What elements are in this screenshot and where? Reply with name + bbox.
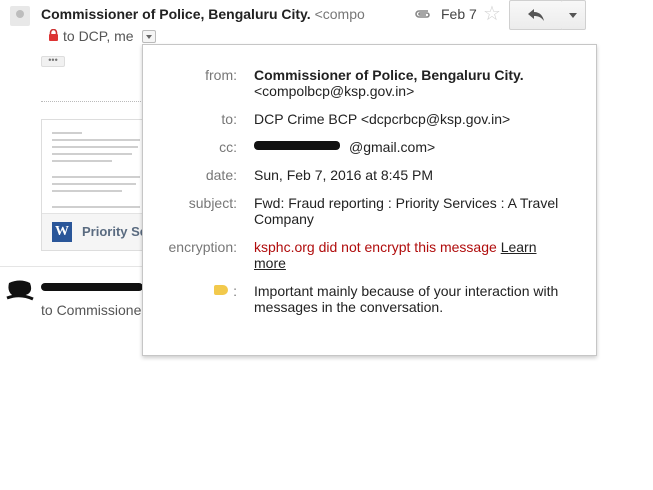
subject-value: Fwd: Fraud reporting : Priority Services… — [254, 195, 559, 227]
message-date: Feb 7 — [441, 6, 477, 22]
reply-icon — [528, 9, 544, 21]
divider — [41, 101, 143, 102]
date-label: date: — [205, 167, 237, 183]
message-details-popup: from: Commissioner of Police, Bengaluru … — [142, 44, 597, 356]
star-icon[interactable]: ☆ — [483, 3, 501, 25]
encryption-status: ksphc.org did not encrypt this message — [254, 239, 497, 255]
sender-avatar — [10, 6, 30, 26]
subject-label: subject: — [188, 195, 237, 211]
reply-button[interactable] — [509, 0, 563, 30]
more-chevron-icon[interactable] — [561, 0, 586, 30]
encryption-label: encryption: — [168, 239, 237, 255]
encryption-value: ksphc.org did not encrypt this message L… — [254, 239, 554, 271]
recipients-summary: to DCP, me — [63, 28, 134, 44]
date-value: Sun, Feb 7, 2016 at 8:45 PM — [254, 167, 434, 183]
from-label: from: — [205, 67, 237, 83]
paperclip-icon — [415, 10, 430, 18]
attachment-name[interactable]: Priority Se — [82, 224, 147, 239]
cc-label: cc: — [219, 139, 237, 155]
importance-value: Important mainly because of your interac… — [254, 283, 559, 315]
sender-line[interactable]: Commissioner of Police, Bengaluru City. … — [41, 6, 365, 22]
from-name: Commissioner of Police, Bengaluru City. — [254, 67, 524, 83]
word-icon: W — [52, 222, 72, 242]
to-label: to: — [221, 111, 237, 127]
cc-value: @gmail.com> — [349, 139, 436, 155]
attachment-card[interactable]: W Priority Se — [41, 119, 153, 251]
attachment-footer: W Priority Se — [42, 213, 152, 250]
importance-label: : — [233, 283, 237, 299]
redacted-sender-name — [41, 283, 143, 291]
redacted-cc-address — [254, 141, 340, 150]
show-trimmed-button[interactable]: ••• — [41, 56, 65, 67]
from-address: <compolbcp@ksp.gov.in> — [254, 83, 415, 99]
sender-name[interactable]: Commissioner of Police, Bengaluru City. — [41, 6, 311, 22]
second-message-recipients: to Commissione — [41, 302, 142, 318]
message-separator — [0, 266, 143, 267]
lock-icon — [49, 29, 58, 41]
details-chevron-icon[interactable] — [142, 30, 156, 43]
sender-address: <compo — [314, 6, 365, 22]
to-value: DCP Crime BCP <dcpcrbcp@ksp.gov.in> — [254, 111, 511, 127]
redacted-avatar — [6, 280, 34, 301]
